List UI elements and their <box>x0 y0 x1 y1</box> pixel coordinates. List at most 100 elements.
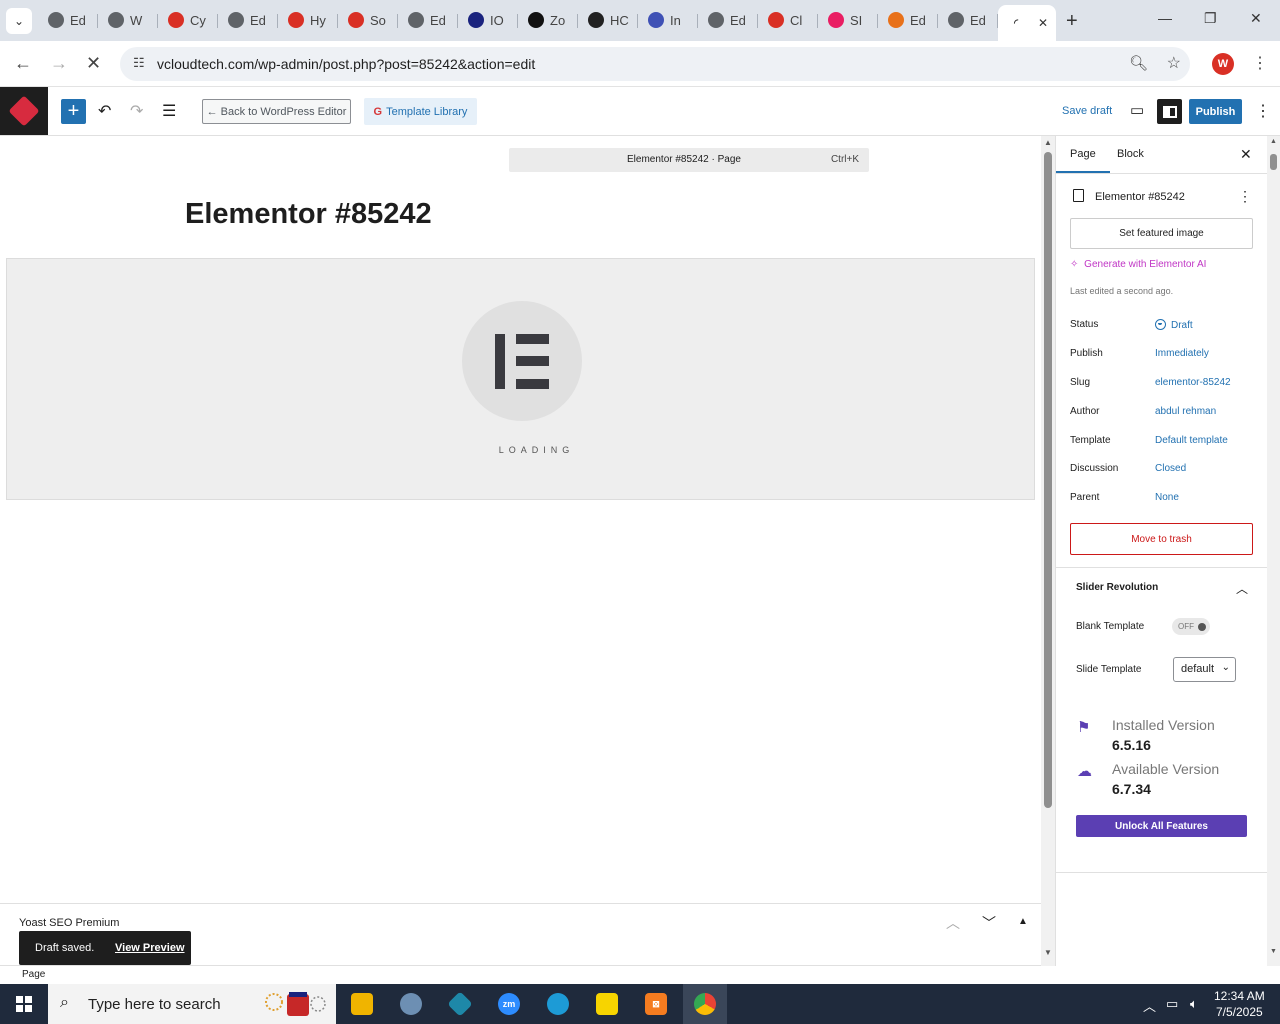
forward-arrow-icon[interactable]: → <box>50 53 68 74</box>
sticky-notes-app[interactable] <box>587 988 627 1020</box>
close-icon[interactable]: ✕ <box>1240 146 1252 163</box>
show-hidden-icons-icon[interactable]: ︿ <box>1143 996 1156 1015</box>
taskbar-search[interactable]: ⌕ Type here to search <box>48 984 336 1024</box>
move-down-icon[interactable]: ﹀ <box>982 913 996 933</box>
sidebar-icon <box>1162 105 1177 118</box>
tab-search-button[interactable]: ⌄ <box>6 8 32 34</box>
document-actions-icon[interactable]: ⋮ <box>1238 188 1252 205</box>
zoom-app[interactable]: zm <box>489 988 529 1020</box>
active-browser-tab[interactable]: ◜ ✕ <box>998 5 1056 41</box>
app-icon-blue[interactable] <box>440 988 480 1020</box>
browser-tab[interactable]: Hy <box>278 5 338 35</box>
tab-label: Ed <box>430 12 446 28</box>
maximize-button[interactable]: ❐ <box>1204 10 1217 27</box>
browser-tab[interactable]: Ed <box>218 5 278 35</box>
browser-tab[interactable]: Ed <box>878 5 938 35</box>
discussion-value[interactable]: Closed <box>1155 463 1186 474</box>
browser-tab[interactable]: Ed <box>38 5 98 35</box>
save-draft-button[interactable]: Save draft <box>1062 105 1112 117</box>
unlock-all-features-button[interactable]: Unlock All Features <box>1076 815 1247 837</box>
browser-tab[interactable]: In <box>638 5 698 35</box>
browser-tab[interactable]: Cy <box>158 5 218 35</box>
browser-tab[interactable]: Ed <box>938 5 998 35</box>
blank-template-toggle[interactable]: OFF <box>1172 618 1210 635</box>
browser-tab[interactable]: SI <box>818 5 878 35</box>
tab-block[interactable]: Block <box>1117 148 1144 160</box>
set-featured-image-button[interactable]: Set featured image <box>1070 218 1253 249</box>
sidebar-scrollbar[interactable]: ▲ ▼ <box>1267 136 1280 966</box>
tab-label: Ed <box>730 12 746 28</box>
back-arrow-icon[interactable]: ← <box>14 53 32 74</box>
browser-tab[interactable]: W <box>98 5 158 35</box>
browser-tab[interactable]: Cl <box>758 5 818 35</box>
publish-value[interactable]: Immediately <box>1155 348 1209 359</box>
scroll-up-icon[interactable]: ▲ <box>1044 138 1052 147</box>
slug-value[interactable]: elementor-85242 <box>1155 377 1231 388</box>
slide-template-select[interactable]: default ⌄ <box>1173 657 1236 682</box>
template-value[interactable]: Default template <box>1155 435 1228 446</box>
add-block-button[interactable]: + <box>61 99 86 124</box>
close-tab-icon[interactable]: ✕ <box>1038 16 1048 30</box>
url-text[interactable]: vcloudtech.com/wp-admin/post.php?post=85… <box>157 56 535 72</box>
site-logo[interactable] <box>0 87 48 135</box>
browser-tab[interactable]: Ed <box>398 5 458 35</box>
scroll-down-icon[interactable]: ▼ <box>1270 948 1277 955</box>
command-palette-bar[interactable]: Elementor #85242 · Page Ctrl+K <box>509 148 869 172</box>
start-button[interactable] <box>0 984 48 1024</box>
publish-button[interactable]: Publish <box>1189 99 1242 124</box>
minimize-button[interactable]: — <box>1158 10 1172 26</box>
close-window-button[interactable]: ✕ <box>1250 10 1262 27</box>
generate-ai-link[interactable]: ✧ Generate with Elementor AI <box>1070 259 1206 270</box>
scroll-thumb[interactable] <box>1270 154 1277 170</box>
view-preview-link[interactable]: View Preview <box>115 942 185 954</box>
site-info-icon[interactable]: ☷ <box>133 55 145 71</box>
status-value[interactable]: Draft <box>1155 319 1193 331</box>
chrome-app[interactable] <box>683 984 727 1024</box>
canvas-scrollbar[interactable]: ▲ ▼ <box>1041 136 1055 966</box>
options-menu-icon[interactable]: ⋮ <box>1255 101 1271 121</box>
network-icon[interactable]: ▭ <box>1166 996 1178 1012</box>
settings-sidebar: Page Block ✕ Elementor #85242 ⋮ Set feat… <box>1055 136 1267 966</box>
move-to-trash-button[interactable]: Move to trash <box>1070 523 1253 555</box>
browser-tab[interactable]: IO <box>458 5 518 35</box>
paint-app[interactable] <box>391 988 431 1020</box>
scroll-thumb[interactable] <box>1044 152 1052 808</box>
command-bar-shortcut: Ctrl+K <box>830 154 859 165</box>
edge-app[interactable] <box>538 988 578 1020</box>
settings-toggle-button[interactable] <box>1157 99 1182 124</box>
undo-icon[interactable]: ↶ <box>98 101 111 121</box>
new-tab-button[interactable]: + <box>1066 10 1078 33</box>
back-to-wp-editor-button[interactable]: ← Back to WordPress Editor <box>202 99 351 124</box>
template-library-button[interactable]: G Template Library <box>364 98 477 125</box>
document-overview-icon[interactable]: ☰ <box>162 101 176 121</box>
redo-icon[interactable]: ↷ <box>130 101 143 121</box>
bookmark-star-icon[interactable]: ☆ <box>1167 53 1181 73</box>
profile-avatar[interactable]: W <box>1212 53 1234 75</box>
browser-tab[interactable]: HC <box>578 5 638 35</box>
zoom-icon[interactable]: 🔍︎ <box>1129 54 1148 72</box>
yoast-label[interactable]: Yoast SEO Premium <box>19 917 119 929</box>
collapse-toggle-icon[interactable]: ▲ <box>1018 916 1028 927</box>
browser-tab[interactable]: So <box>338 5 398 35</box>
slider-revolution-panel-header[interactable]: Slider Revolution ︿ <box>1056 567 1267 607</box>
page-title[interactable]: Elementor #85242 <box>185 198 432 231</box>
tab-page[interactable]: Page <box>1056 148 1110 173</box>
breadcrumb[interactable]: Page <box>22 969 45 980</box>
browser-tab[interactable]: Zo <box>518 5 578 35</box>
author-value[interactable]: abdul rehman <box>1155 406 1216 417</box>
move-up-icon[interactable]: ︿ <box>946 913 960 933</box>
scroll-up-icon[interactable]: ▲ <box>1270 138 1277 145</box>
system-clock[interactable]: 12:34 AM 7/5/2025 <box>1214 988 1265 1020</box>
chevron-up-icon[interactable]: ︿ <box>1236 580 1248 597</box>
stop-loading-icon[interactable]: ✕ <box>86 53 101 74</box>
tab-label: Hy <box>310 12 326 28</box>
file-explorer-app[interactable] <box>342 988 382 1020</box>
parent-value[interactable]: None <box>1155 492 1179 503</box>
scroll-down-icon[interactable]: ▼ <box>1044 948 1052 957</box>
volume-icon[interactable]: 🔈︎ <box>1190 996 1198 1012</box>
xampp-app[interactable]: ⊠ <box>636 988 676 1020</box>
browser-tab[interactable]: Ed <box>698 5 758 35</box>
view-device-icon[interactable]: ▭ <box>1130 101 1144 119</box>
omnibox[interactable]: ☷ vcloudtech.com/wp-admin/post.php?post=… <box>120 47 1190 81</box>
chrome-menu-icon[interactable]: ⋮ <box>1252 53 1268 73</box>
